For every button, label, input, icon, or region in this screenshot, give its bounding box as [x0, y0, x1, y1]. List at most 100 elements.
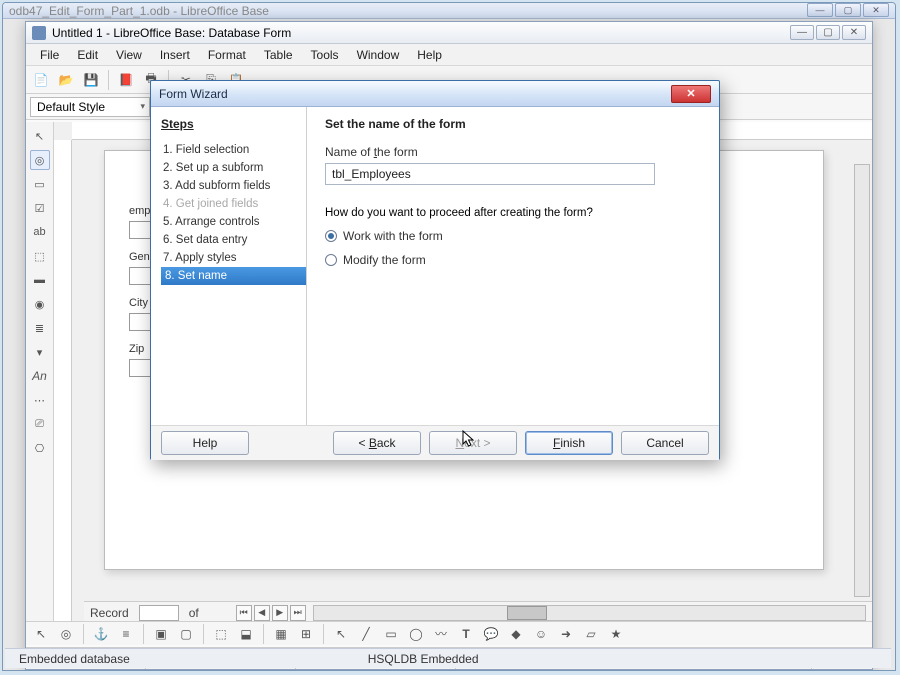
textbox-tool[interactable]: ab: [30, 222, 50, 242]
menu-table[interactable]: Table: [256, 46, 301, 64]
nav-last-button[interactable]: ⏭: [290, 605, 306, 621]
nav-next-button[interactable]: ▶: [272, 605, 288, 621]
format-tool[interactable]: ⬚: [30, 246, 50, 266]
paragraph-style-value: Default Style: [37, 100, 105, 114]
record-of-label: of: [183, 606, 205, 620]
outer-minimize-button[interactable]: —: [807, 3, 833, 17]
doc-close-button[interactable]: ✕: [842, 25, 866, 40]
callout-tool[interactable]: 💬: [480, 623, 502, 645]
grid-tool[interactable]: ▦: [270, 623, 292, 645]
back-button[interactable]: < Back: [333, 431, 421, 455]
more-tool[interactable]: ⋯: [30, 390, 50, 410]
step-3[interactable]: 3. Add subform fields: [161, 177, 306, 195]
vertical-scrollbar[interactable]: [854, 164, 870, 597]
wizard-steps-panel: Steps 1. Field selection 2. Set up a sub…: [151, 107, 307, 425]
ungroup-tool[interactable]: ⬓: [235, 623, 257, 645]
text-tool[interactable]: T: [455, 623, 477, 645]
outer-maximize-button[interactable]: ▢: [835, 3, 861, 17]
select-tool[interactable]: ↖: [30, 126, 50, 146]
drawing-toolbar: ↖ ◎ ⚓ ≡ ▣ ▢ ⬚ ⬓ ▦ ⊞ ↖ ╱ ▭ ◯ 〰 T 💬 ◆ ☺ ➜ …: [26, 621, 872, 645]
label-zip: Zip: [129, 343, 144, 355]
radio-work-with-form[interactable]: Work with the form: [325, 229, 701, 243]
help-button[interactable]: Help: [161, 431, 249, 455]
menu-help[interactable]: Help: [409, 46, 450, 64]
menubar: File Edit View Insert Format Table Tools…: [26, 44, 872, 66]
wizard-main-panel: Set the name of the form Name of the for…: [307, 107, 719, 425]
step-1[interactable]: 1. Field selection: [161, 141, 306, 159]
align-tool[interactable]: ≡: [115, 623, 137, 645]
form-design-tool[interactable]: ⎔: [30, 438, 50, 458]
doc-minimize-button[interactable]: —: [790, 25, 814, 40]
finish-button[interactable]: Finish: [525, 431, 613, 455]
line-tool[interactable]: ╱: [355, 623, 377, 645]
doc-maximize-button[interactable]: ▢: [816, 25, 840, 40]
paragraph-style-select[interactable]: Default Style: [30, 97, 150, 117]
select-tool-2[interactable]: ↖: [330, 623, 352, 645]
new-doc-button[interactable]: 📄: [30, 69, 52, 91]
step-6[interactable]: 6. Set data entry: [161, 231, 306, 249]
form-nav-tool[interactable]: ⎚: [30, 414, 50, 434]
snap-tool[interactable]: ⊞: [295, 623, 317, 645]
menu-view[interactable]: View: [108, 46, 150, 64]
flowchart-tool[interactable]: ▱: [580, 623, 602, 645]
arrow-tool[interactable]: ↖: [30, 623, 52, 645]
pushbutton-tool[interactable]: ▬: [30, 270, 50, 290]
ellipse-tool[interactable]: ◯: [405, 623, 427, 645]
menu-format[interactable]: Format: [200, 46, 254, 64]
wizard-title: Form Wizard: [159, 87, 228, 101]
menu-edit[interactable]: Edit: [69, 46, 106, 64]
control-tool[interactable]: ▭: [30, 174, 50, 194]
wizard-close-button[interactable]: ✕: [671, 85, 711, 103]
group-tool[interactable]: ⬚: [210, 623, 232, 645]
outer-close-button[interactable]: ✕: [863, 3, 889, 17]
stars-tool[interactable]: ★: [605, 623, 627, 645]
label-tool[interactable]: An: [30, 366, 50, 386]
bring-front-tool[interactable]: ▣: [150, 623, 172, 645]
step-7[interactable]: 7. Apply styles: [161, 249, 306, 267]
outer-window-title: odb47_Edit_Form_Part_1.odb - LibreOffice…: [9, 4, 269, 18]
horizontal-scrollbar[interactable]: [313, 605, 866, 621]
nav-prev-button[interactable]: ◀: [254, 605, 270, 621]
record-label: Record: [84, 606, 135, 620]
option-tool[interactable]: ◉: [30, 294, 50, 314]
doc-titlebar: Untitled 1 - LibreOffice Base: Database …: [26, 22, 872, 44]
nav-first-button[interactable]: ⏮: [236, 605, 252, 621]
outer-titlebar: odb47_Edit_Form_Part_1.odb - LibreOffice…: [3, 3, 895, 19]
checkbox-tool[interactable]: ☑: [30, 198, 50, 218]
radio-modify-form[interactable]: Modify the form: [325, 253, 701, 267]
step-4: 4. Get joined fields: [161, 195, 306, 213]
embedded-left: Embedded database: [5, 652, 144, 666]
wizard-titlebar[interactable]: Form Wizard ✕: [151, 81, 719, 107]
step-5[interactable]: 5. Arrange controls: [161, 213, 306, 231]
step-2[interactable]: 2. Set up a subform: [161, 159, 306, 177]
embedded-db-bar: Embedded database HSQLDB Embedded: [5, 648, 891, 668]
form-name-input[interactable]: [325, 163, 655, 185]
menu-window[interactable]: Window: [349, 46, 408, 64]
cancel-button[interactable]: Cancel: [621, 431, 709, 455]
embedded-right: HSQLDB Embedded: [354, 652, 493, 666]
arrows-tool[interactable]: ➜: [555, 623, 577, 645]
record-number-input[interactable]: [139, 605, 179, 621]
combo-tool[interactable]: ▾: [30, 342, 50, 362]
menu-insert[interactable]: Insert: [152, 46, 198, 64]
app-icon: [32, 26, 46, 40]
send-back-tool[interactable]: ▢: [175, 623, 197, 645]
save-button[interactable]: 💾: [80, 69, 102, 91]
radio-icon: [325, 254, 337, 266]
symbol-shapes-tool[interactable]: ☺: [530, 623, 552, 645]
open-button[interactable]: 📂: [55, 69, 77, 91]
vertical-ruler: [54, 140, 72, 623]
design-toggle-2[interactable]: ◎: [55, 623, 77, 645]
anchor-tool[interactable]: ⚓: [90, 623, 112, 645]
design-mode-toggle[interactable]: ◎: [30, 150, 50, 170]
listbox-tool[interactable]: ≣: [30, 318, 50, 338]
freeform-tool[interactable]: 〰: [430, 623, 452, 645]
step-8[interactable]: 8. Set name: [161, 267, 306, 285]
left-toolbar: ↖ ◎ ▭ ☑ ab ⬚ ▬ ◉ ≣ ▾ An ⋯ ⎚ ⎔: [26, 122, 54, 623]
record-navigation-bar: Record of ⏮ ◀ ▶ ⏭: [84, 601, 872, 623]
menu-tools[interactable]: Tools: [303, 46, 347, 64]
export-pdf-button[interactable]: 📕: [115, 69, 137, 91]
shapes-tool[interactable]: ◆: [505, 623, 527, 645]
menu-file[interactable]: File: [32, 46, 67, 64]
rect-tool[interactable]: ▭: [380, 623, 402, 645]
